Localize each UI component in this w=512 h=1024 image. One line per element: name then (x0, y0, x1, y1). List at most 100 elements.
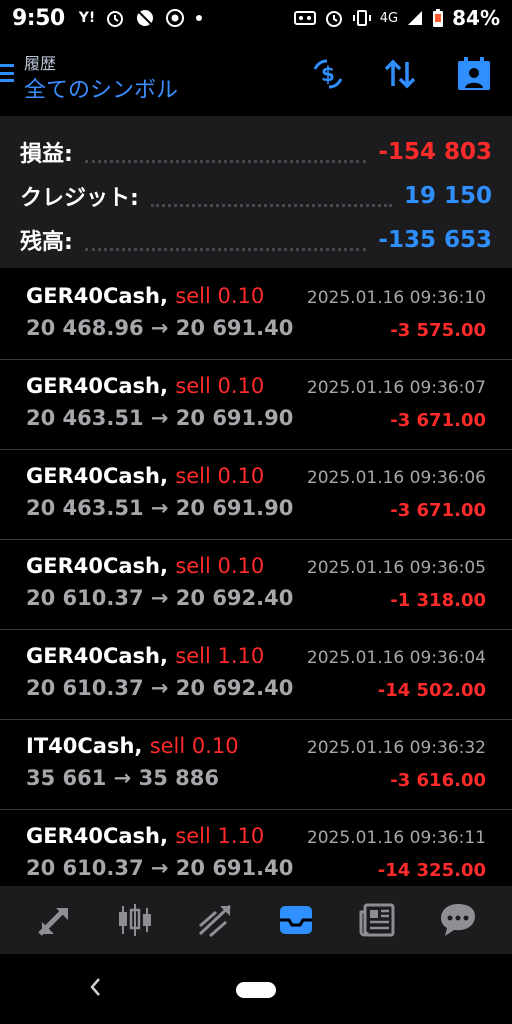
symbol-name: GER40Cash, (26, 554, 168, 578)
system-nav-bar (0, 954, 512, 1024)
summary-profit-row: 損益: -154 803 (20, 130, 492, 174)
trade-history-list[interactable]: GER40Cash, sell 0.10 20 468.96 → 20 691.… (0, 270, 512, 886)
dollar-exchange-icon: $ (313, 59, 343, 89)
back-icon[interactable] (88, 976, 102, 1004)
credit-label: クレジット: (20, 186, 139, 211)
symbol-name: IT40Cash, (26, 734, 143, 758)
app-header: 履歴 全てのシンボル $ (0, 40, 512, 112)
trade-symbol: GER40Cash, sell 1.10 (26, 644, 264, 668)
mute-icon (135, 8, 155, 28)
trade-row[interactable]: IT40Cash, sell 0.10 35 661 → 35 886 2025… (0, 720, 512, 810)
tab-chart[interactable] (111, 896, 159, 944)
status-time: 9:50 (12, 5, 65, 31)
profit-label: 損益: (20, 142, 73, 167)
trade-symbol: GER40Cash, sell 0.10 (26, 374, 264, 398)
alarm-icon (105, 8, 125, 28)
trade-side: sell 0.10 (175, 464, 265, 488)
trade-profit: -3 616.00 (390, 770, 486, 791)
tab-history[interactable] (272, 896, 320, 944)
dotted-leader (150, 185, 392, 207)
battery-icon (432, 8, 444, 28)
trade-side: sell 0.10 (175, 374, 265, 398)
trade-prices: 20 463.51 → 20 691.90 (26, 496, 294, 520)
trade-icon (198, 904, 231, 938)
trade-row[interactable]: GER40Cash, sell 0.10 20 610.37 → 20 692.… (0, 540, 512, 630)
trade-time: 2025.01.16 09:36:11 (306, 828, 486, 848)
trade-profit: -1 318.00 (390, 590, 486, 611)
news-icon (359, 903, 395, 937)
currency-sort-button[interactable]: $ (308, 54, 348, 94)
battery-percent: 84% (452, 6, 500, 30)
yahoo-icon: Y! (78, 10, 96, 26)
trade-time: 2025.01.16 09:36:04 (306, 648, 486, 668)
page-subtitle: 履歴 (24, 54, 57, 73)
calendar-icon (458, 57, 490, 90)
tab-news[interactable] (353, 896, 401, 944)
notification-icons: Y! (79, 8, 204, 28)
trade-side: sell 1.10 (175, 824, 265, 848)
summary-panel: 損益: -154 803 クレジット: 19 150 残高: -135 653 (0, 116, 512, 268)
page-title[interactable]: 全てのシンボル (24, 72, 178, 104)
tab-trade[interactable] (192, 896, 240, 944)
trade-row[interactable]: GER40Cash, sell 1.10 20 610.37 → 20 691.… (0, 810, 512, 886)
dotted-leader (84, 141, 367, 163)
cast-icon (293, 8, 316, 28)
home-button[interactable] (236, 982, 276, 998)
trade-time: 2025.01.16 09:36:06 (306, 468, 486, 488)
history-icon (280, 906, 313, 934)
trade-side: sell 0.10 (175, 554, 265, 578)
trade-prices: 20 610.37 → 20 691.40 (26, 856, 294, 880)
trade-prices: 35 661 → 35 886 (26, 766, 219, 790)
symbol-name: GER40Cash, (26, 464, 168, 488)
trade-profit: -3 575.00 (390, 320, 486, 341)
trade-symbol: GER40Cash, sell 0.10 (26, 284, 264, 308)
profit-value: -154 803 (378, 139, 492, 165)
menu-icon[interactable] (0, 64, 14, 82)
symbol-name: GER40Cash, (26, 644, 168, 668)
trade-time: 2025.01.16 09:36:05 (306, 558, 486, 578)
sort-arrows-icon (384, 59, 416, 89)
trade-profit: -14 325.00 (377, 860, 486, 881)
trade-time: 2025.01.16 09:36:32 (306, 738, 486, 758)
summary-balance-row: 残高: -135 653 (20, 218, 492, 262)
trade-prices: 20 463.51 → 20 691.90 (26, 406, 294, 430)
tab-quotes[interactable] (30, 896, 78, 944)
trade-time: 2025.01.16 09:36:07 (306, 378, 486, 398)
trade-profit: -14 502.00 (377, 680, 486, 701)
dot-icon (195, 8, 203, 28)
bottom-tab-bar (0, 886, 512, 954)
status-bar: 9:50 Y! 4G 84% (0, 0, 512, 36)
sort-button[interactable] (380, 54, 420, 94)
network-label: 4G (379, 10, 399, 26)
trade-time: 2025.01.16 09:36:10 (306, 288, 486, 308)
summary-credit-row: クレジット: 19 150 (20, 174, 492, 218)
vibrate-icon (352, 8, 372, 28)
trade-row[interactable]: GER40Cash, sell 0.10 20 468.96 → 20 691.… (0, 270, 512, 360)
trade-prices: 20 468.96 → 20 691.40 (26, 316, 294, 340)
calendar-button[interactable] (454, 54, 494, 94)
trade-row[interactable]: GER40Cash, sell 0.10 20 463.51 → 20 691.… (0, 450, 512, 540)
svg-text:$: $ (321, 62, 335, 86)
trade-prices: 20 610.37 → 20 692.40 (26, 676, 294, 700)
trade-side: sell 0.10 (175, 284, 265, 308)
trade-prices: 20 610.37 → 20 692.40 (26, 586, 294, 610)
trade-profit: -3 671.00 (390, 410, 486, 431)
chat-icon (440, 904, 475, 936)
tab-chat[interactable] (434, 896, 482, 944)
chart-icon (118, 904, 151, 936)
trade-profit: -3 671.00 (390, 500, 486, 521)
credit-value: 19 150 (403, 183, 492, 209)
system-icons: 4G 84% (293, 6, 500, 30)
symbol-name: GER40Cash, (26, 284, 168, 308)
trade-symbol: GER40Cash, sell 1.10 (26, 824, 264, 848)
alarm-icon (324, 8, 344, 28)
balance-label: 残高: (20, 230, 73, 255)
balance-value: -135 653 (378, 227, 492, 253)
quotes-icon (38, 908, 69, 936)
trade-symbol: GER40Cash, sell 0.10 (26, 464, 264, 488)
trade-row[interactable]: GER40Cash, sell 0.10 20 463.51 → 20 691.… (0, 360, 512, 450)
trade-side: sell 1.10 (175, 644, 265, 668)
dotted-leader (84, 229, 367, 251)
symbol-name: GER40Cash, (26, 824, 168, 848)
trade-row[interactable]: GER40Cash, sell 1.10 20 610.37 → 20 692.… (0, 630, 512, 720)
